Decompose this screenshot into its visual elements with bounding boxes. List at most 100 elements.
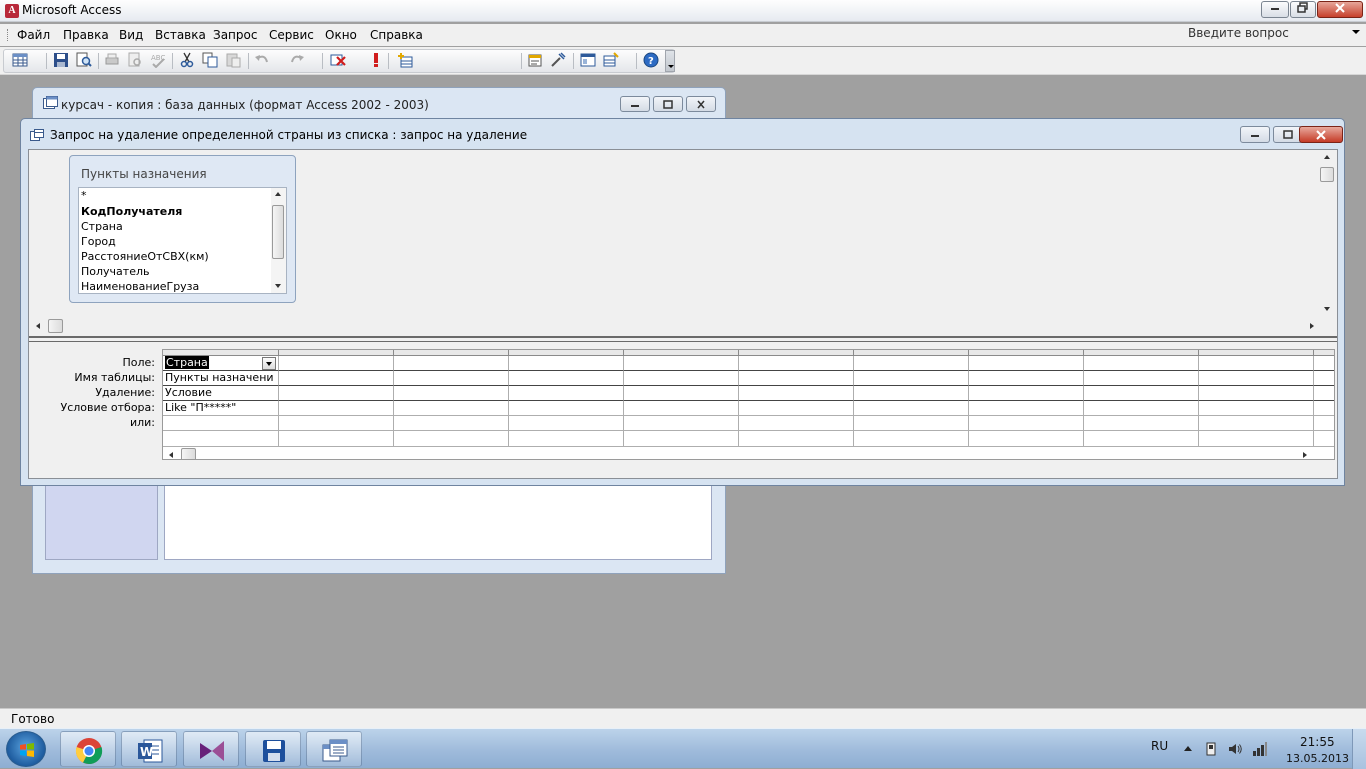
- grid-cell-empty[interactable]: [854, 371, 969, 386]
- table-pane-hscrollbar[interactable]: [29, 318, 1319, 335]
- grid-cell-empty[interactable]: [739, 356, 854, 371]
- show-table-icon[interactable]: [397, 52, 413, 68]
- grid-cell-empty[interactable]: [1084, 371, 1199, 386]
- grid-cell-empty[interactable]: [969, 431, 1084, 447]
- grid-cell-empty[interactable]: [739, 431, 854, 447]
- copy-icon[interactable]: [202, 52, 218, 68]
- show-desktop-button[interactable]: [1352, 729, 1366, 769]
- grid-cell-empty[interactable]: [279, 431, 394, 447]
- query-minimize-button[interactable]: [1240, 126, 1270, 143]
- scroll-left-icon[interactable]: [169, 452, 173, 458]
- grid-cell-empty[interactable]: [854, 386, 969, 401]
- network-icon[interactable]: [1252, 741, 1268, 757]
- scroll-down-icon[interactable]: [1324, 307, 1330, 311]
- grid-cell-criteria[interactable]: Like "П*****": [163, 401, 279, 416]
- grid-cell-empty[interactable]: [279, 386, 394, 401]
- grid-cell-empty[interactable]: [739, 386, 854, 401]
- grid-cell-empty[interactable]: [1199, 371, 1314, 386]
- scroll-thumb[interactable]: [181, 448, 196, 459]
- query-close-button[interactable]: [1299, 126, 1343, 143]
- grid-cell-empty[interactable]: [624, 371, 739, 386]
- grid-cell-empty[interactable]: [854, 401, 969, 416]
- database-objects-bar[interactable]: [45, 484, 158, 560]
- table-pane-vscrollbar[interactable]: [1319, 150, 1336, 318]
- undo-icon[interactable]: [254, 52, 270, 68]
- field-dropdown-icon[interactable]: [262, 357, 276, 370]
- grid-cell-empty[interactable]: [1084, 401, 1199, 416]
- clock-time[interactable]: 21:55: [1300, 735, 1335, 749]
- scroll-left-icon[interactable]: [36, 323, 40, 329]
- grid-cell-empty[interactable]: [279, 371, 394, 386]
- restore-button[interactable]: [1290, 1, 1316, 18]
- help-dropdown-icon[interactable]: [1352, 30, 1360, 34]
- grid-cell-empty[interactable]: [1199, 401, 1314, 416]
- grid-cell-empty[interactable]: [279, 416, 394, 431]
- paste-icon[interactable]: [225, 52, 241, 68]
- field-list-window[interactable]: Пункты назначения * КодПолучателя Страна…: [69, 155, 296, 303]
- grid-cell-empty[interactable]: [394, 416, 509, 431]
- scroll-up-icon[interactable]: [1324, 155, 1330, 159]
- grid-cell-empty[interactable]: [509, 356, 624, 371]
- grid-cell-empty[interactable]: [969, 416, 1084, 431]
- device-icon[interactable]: [1203, 741, 1219, 757]
- close-button[interactable]: [1317, 1, 1363, 18]
- print-preview-icon[interactable]: [127, 52, 143, 68]
- grid-cell-empty[interactable]: [279, 401, 394, 416]
- grid-cell-empty[interactable]: [1199, 431, 1314, 447]
- taskbar-save-app[interactable]: [245, 731, 301, 767]
- clock-date[interactable]: 13.05.2013: [1286, 752, 1349, 765]
- redo-icon[interactable]: [289, 52, 305, 68]
- save-icon[interactable]: [53, 52, 69, 68]
- scroll-thumb[interactable]: [1320, 167, 1334, 182]
- db-close-button[interactable]: [686, 96, 716, 112]
- field-cargo-name[interactable]: НаименованиеГруза: [81, 280, 199, 293]
- grid-cell-extra[interactable]: [163, 431, 279, 447]
- grid-cell-empty[interactable]: [509, 371, 624, 386]
- grid-cell-empty[interactable]: [739, 416, 854, 431]
- grid-cell-empty[interactable]: [1314, 416, 1334, 431]
- grid-cell-empty[interactable]: [394, 386, 509, 401]
- design-grid-pane[interactable]: Поле: Имя таблицы: Удаление: Условие отб…: [29, 344, 1337, 478]
- new-object-icon[interactable]: [603, 52, 619, 68]
- cut-icon[interactable]: [179, 52, 195, 68]
- grid-cell-empty[interactable]: [624, 356, 739, 371]
- grid-cell-empty[interactable]: [969, 386, 1084, 401]
- field-list-scrollbar[interactable]: [271, 188, 286, 293]
- menu-window[interactable]: Окно: [325, 28, 357, 42]
- design-grid[interactable]: Страна Пункты назначени Условие Like "П*…: [162, 349, 1335, 460]
- database-objects-list[interactable]: [164, 484, 712, 560]
- grid-cell-empty[interactable]: [624, 386, 739, 401]
- grid-cell-empty[interactable]: [1199, 386, 1314, 401]
- field-distance[interactable]: РасстояниеОтСВХ(км): [81, 250, 209, 263]
- toolbar-options-button[interactable]: [665, 50, 675, 72]
- minimize-button[interactable]: [1261, 1, 1289, 18]
- grid-cell-delete[interactable]: Условие: [163, 386, 279, 401]
- grid-cell-empty[interactable]: [509, 431, 624, 447]
- grid-cell-empty[interactable]: [279, 356, 394, 371]
- taskbar-access[interactable]: [306, 731, 362, 767]
- spelling-icon[interactable]: ABC: [150, 52, 166, 68]
- menu-query[interactable]: Запрос: [213, 28, 257, 42]
- scroll-thumb[interactable]: [48, 319, 63, 333]
- grid-cell-empty[interactable]: [1199, 416, 1314, 431]
- menu-tools[interactable]: Сервис: [269, 28, 314, 42]
- table-pane[interactable]: Пункты назначения * КодПолучателя Страна…: [29, 150, 1337, 335]
- build-icon[interactable]: [550, 52, 566, 68]
- scroll-right-icon[interactable]: [1310, 323, 1314, 329]
- grid-cell-empty[interactable]: [394, 356, 509, 371]
- taskbar-chrome[interactable]: [60, 731, 116, 767]
- grid-cell-empty[interactable]: [1084, 386, 1199, 401]
- scroll-down-icon[interactable]: [275, 284, 281, 288]
- scroll-up-icon[interactable]: [275, 192, 281, 196]
- grid-cell-empty[interactable]: [509, 416, 624, 431]
- field-recipient-id[interactable]: КодПолучателя: [81, 205, 182, 218]
- grid-cell-empty[interactable]: [509, 401, 624, 416]
- grid-cell-table[interactable]: Пункты назначени: [163, 371, 279, 386]
- menu-file[interactable]: Файл: [17, 28, 50, 42]
- grid-cell-empty[interactable]: [1314, 371, 1334, 386]
- field-recipient[interactable]: Получатель: [81, 265, 149, 278]
- database-window-icon[interactable]: [580, 52, 596, 68]
- grid-cell-empty[interactable]: [1084, 416, 1199, 431]
- show-hidden-icons-icon[interactable]: [1184, 746, 1192, 751]
- field-list[interactable]: * КодПолучателя Страна Город РасстояниеО…: [78, 187, 287, 294]
